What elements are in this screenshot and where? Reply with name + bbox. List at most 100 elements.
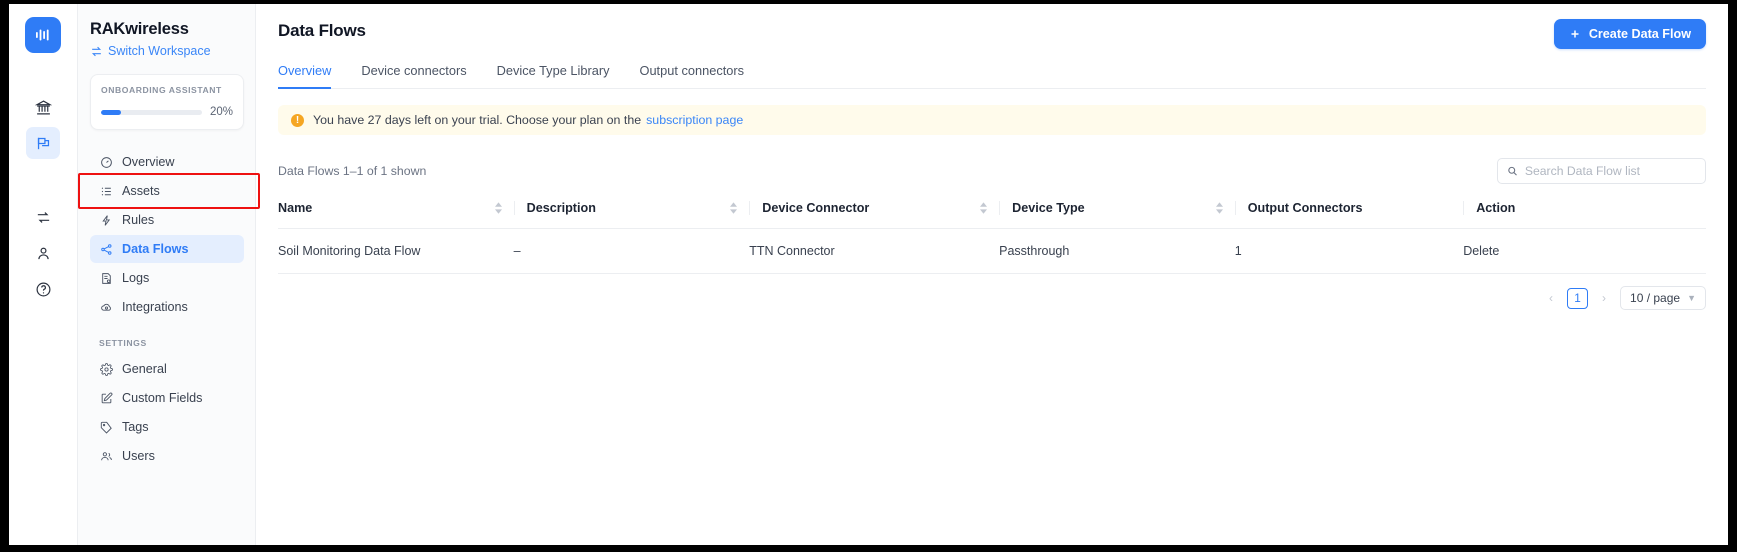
table-body: Soil Monitoring Data Flow – TTN Connecto… <box>278 228 1706 274</box>
table-header-row: Name Description Device Connector Device… <box>278 201 1706 229</box>
workspace-name: RAKwireless <box>90 20 189 38</box>
column-header-device-type[interactable]: Device Type <box>999 201 1235 229</box>
sidebar-item-label: Rules <box>122 213 155 227</box>
cloud-link-icon <box>99 301 113 314</box>
onboarding-assistant-card[interactable]: ONBOARDING ASSISTANT 20% <box>90 74 244 130</box>
sidebar-item-logs[interactable]: Logs <box>90 264 244 292</box>
user-icon <box>37 247 49 259</box>
subscription-page-link[interactable]: subscription page <box>646 113 743 127</box>
rail-item-organization[interactable] <box>26 91 60 123</box>
sidebar: RAKwireless Switch Workspace ONBOARDING … <box>78 4 260 545</box>
tab-device-connectors[interactable]: Device connectors <box>361 63 466 89</box>
gear-icon <box>99 362 113 376</box>
sidebar-item-tags[interactable]: Tags <box>90 413 244 441</box>
search-input[interactable] <box>1524 164 1696 178</box>
create-data-flow-label: Create Data Flow <box>1588 27 1691 41</box>
pagination-prev-button[interactable]: ‹ <box>1544 291 1558 305</box>
switch-workspace-label: Switch Workspace <box>108 44 211 58</box>
results-count: Data Flows 1–1 of 1 shown <box>278 164 427 178</box>
column-header-name[interactable]: Name <box>278 201 514 229</box>
page-title: Data Flows <box>278 21 366 40</box>
transfer-icon <box>37 211 49 223</box>
audio-waveform-logo-icon <box>36 29 49 41</box>
column-header-device-connector[interactable]: Device Connector <box>749 201 999 229</box>
sidebar-item-label: Logs <box>122 271 150 285</box>
help-circle-icon <box>36 282 50 296</box>
pagination: ‹ 1 › 10 / page ▼ <box>278 286 1706 310</box>
sidebar-item-label: Custom Fields <box>122 391 203 405</box>
table-row: Soil Monitoring Data Flow – TTN Connecto… <box>278 228 1706 274</box>
app-logo[interactable] <box>25 17 61 53</box>
rail-icon-list <box>9 91 77 305</box>
column-header-action: Action <box>1463 201 1706 229</box>
progress-percent: 20% <box>209 106 233 118</box>
page-size-label: 10 / page <box>1630 291 1681 305</box>
create-data-flow-button[interactable]: Create Data Flow <box>1553 19 1706 49</box>
onboarding-progress-row: 20% <box>101 106 233 118</box>
sidebar-item-label: General <box>122 362 167 376</box>
sidebar-item-overview[interactable]: Overview <box>90 148 244 176</box>
bank-icon <box>34 99 52 114</box>
main-content: Data Flows Create Data Flow Overview Dev… <box>256 4 1728 545</box>
sidebar-item-label: Users <box>122 449 155 463</box>
progress-fill <box>101 109 122 115</box>
sort-icon[interactable] <box>730 202 738 214</box>
sidebar-item-rules[interactable]: Rules <box>90 206 244 234</box>
tab-device-type-library[interactable]: Device Type Library <box>497 63 610 89</box>
pagination-page-1[interactable]: 1 <box>1567 287 1589 309</box>
sort-icon[interactable] <box>980 202 988 214</box>
column-label: Device Type <box>1012 201 1085 215</box>
sidebar-item-label: Assets <box>122 184 160 198</box>
cell-device-connector: TTN Connector <box>749 228 1000 274</box>
sidebar-item-label: Integrations <box>122 300 188 314</box>
column-header-output-connectors: Output Connectors <box>1234 201 1463 229</box>
cell-name[interactable]: Soil Monitoring Data Flow <box>278 228 514 274</box>
trial-banner-text: You have 27 days left on your trial. Cho… <box>313 113 642 127</box>
tag-icon <box>99 421 113 434</box>
cell-device-type: Passthrough <box>999 228 1235 274</box>
pagination-next-button[interactable]: › <box>1597 291 1611 305</box>
sort-icon[interactable] <box>1215 202 1223 214</box>
page-header: Data Flows Create Data Flow Overview Dev… <box>256 4 1728 89</box>
tab-output-connectors[interactable]: Output connectors <box>639 63 744 89</box>
column-header-description[interactable]: Description <box>513 201 750 229</box>
rail-item-account[interactable] <box>26 237 60 269</box>
rail-item-workspace[interactable] <box>26 127 60 159</box>
sidebar-item-data-flows[interactable]: Data Flows <box>90 235 244 263</box>
column-label: Output Connectors <box>1247 201 1363 215</box>
users-icon <box>99 450 113 463</box>
rail-item-transfer[interactable] <box>26 201 60 233</box>
sidebar-item-general[interactable]: General <box>90 355 244 383</box>
dashboard-icon <box>99 156 113 169</box>
sidebar-item-users[interactable]: Users <box>90 442 244 470</box>
sort-icon[interactable] <box>494 202 502 214</box>
search-box[interactable] <box>1497 158 1706 184</box>
progress-track <box>101 109 202 115</box>
sidebar-item-label: Tags <box>122 420 149 434</box>
cell-output-connectors: 1 <box>1234 228 1464 274</box>
flag-icon <box>37 137 49 149</box>
sidebar-item-custom-fields[interactable]: Custom Fields <box>90 384 244 412</box>
tab-overview[interactable]: Overview <box>278 63 332 89</box>
tab-bar: Overview Device connectors Device Type L… <box>278 63 1706 89</box>
sidebar-item-integrations[interactable]: Integrations <box>90 293 244 321</box>
cell-description: – <box>513 228 750 274</box>
table-toolbar: Data Flows 1–1 of 1 shown <box>278 158 1706 184</box>
column-label: Action <box>1476 201 1516 215</box>
app-window: RAKwireless Switch Workspace ONBOARDING … <box>9 4 1728 545</box>
sidebar-item-assets[interactable]: Assets <box>78 173 260 209</box>
warning-circle-icon: ! <box>291 113 304 127</box>
bolt-icon <box>99 214 113 227</box>
plus-icon <box>1571 30 1579 38</box>
cell-delete-action[interactable]: Delete <box>1463 228 1706 274</box>
sidebar-section-settings: SETTINGS <box>99 338 147 348</box>
switch-workspace-button[interactable]: Switch Workspace <box>78 39 255 58</box>
page-size-select[interactable]: 10 / page ▼ <box>1620 286 1706 310</box>
column-label: Device Connector <box>762 201 870 215</box>
rail-item-help[interactable] <box>26 273 60 305</box>
icon-rail <box>9 4 78 545</box>
search-icon <box>1508 166 1517 176</box>
column-label: Description <box>526 201 596 215</box>
list-icon <box>99 185 113 198</box>
switch-arrows-icon <box>91 46 102 56</box>
